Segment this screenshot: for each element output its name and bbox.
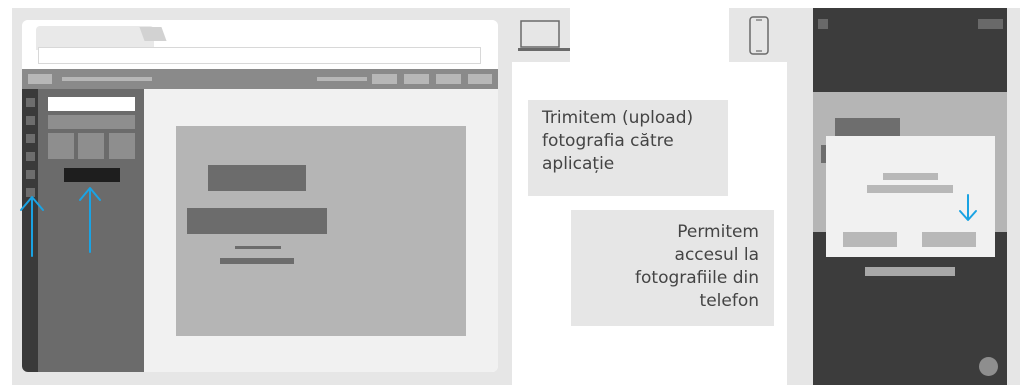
down-arrow-icon (959, 194, 977, 221)
caption-line: accesul la (674, 245, 759, 265)
access-caption: Permitem accesul la fotografiile din tel… (571, 210, 774, 326)
phone-icon (749, 16, 769, 55)
dialog-allow-button (922, 232, 976, 247)
caption-line: Trimitem (upload) (542, 108, 694, 128)
up-arrow-icon (20, 196, 44, 257)
dialog-deny-button (843, 232, 897, 247)
phone-status-icon (978, 19, 1003, 29)
phone-home-dot (979, 357, 998, 376)
dialog-text-line (883, 173, 938, 180)
caption-line: telefon (699, 291, 759, 311)
caption-line: aplicație (542, 154, 615, 174)
phone-content-block (835, 118, 900, 137)
caption-line: fotografia către (542, 131, 674, 151)
caption-line: fotografiile din (635, 268, 759, 288)
laptop-tile (512, 8, 570, 62)
dialog-text-line (867, 185, 953, 193)
laptop-icon (518, 20, 570, 51)
phone-bottom-bar (865, 267, 955, 276)
phone-status-icon (818, 19, 828, 29)
caption-line: Permitem (677, 222, 759, 242)
upload-caption: Trimitem (upload) fotografia către aplic… (528, 100, 728, 196)
up-arrow-icon (79, 187, 101, 253)
phone-tile (729, 8, 787, 62)
